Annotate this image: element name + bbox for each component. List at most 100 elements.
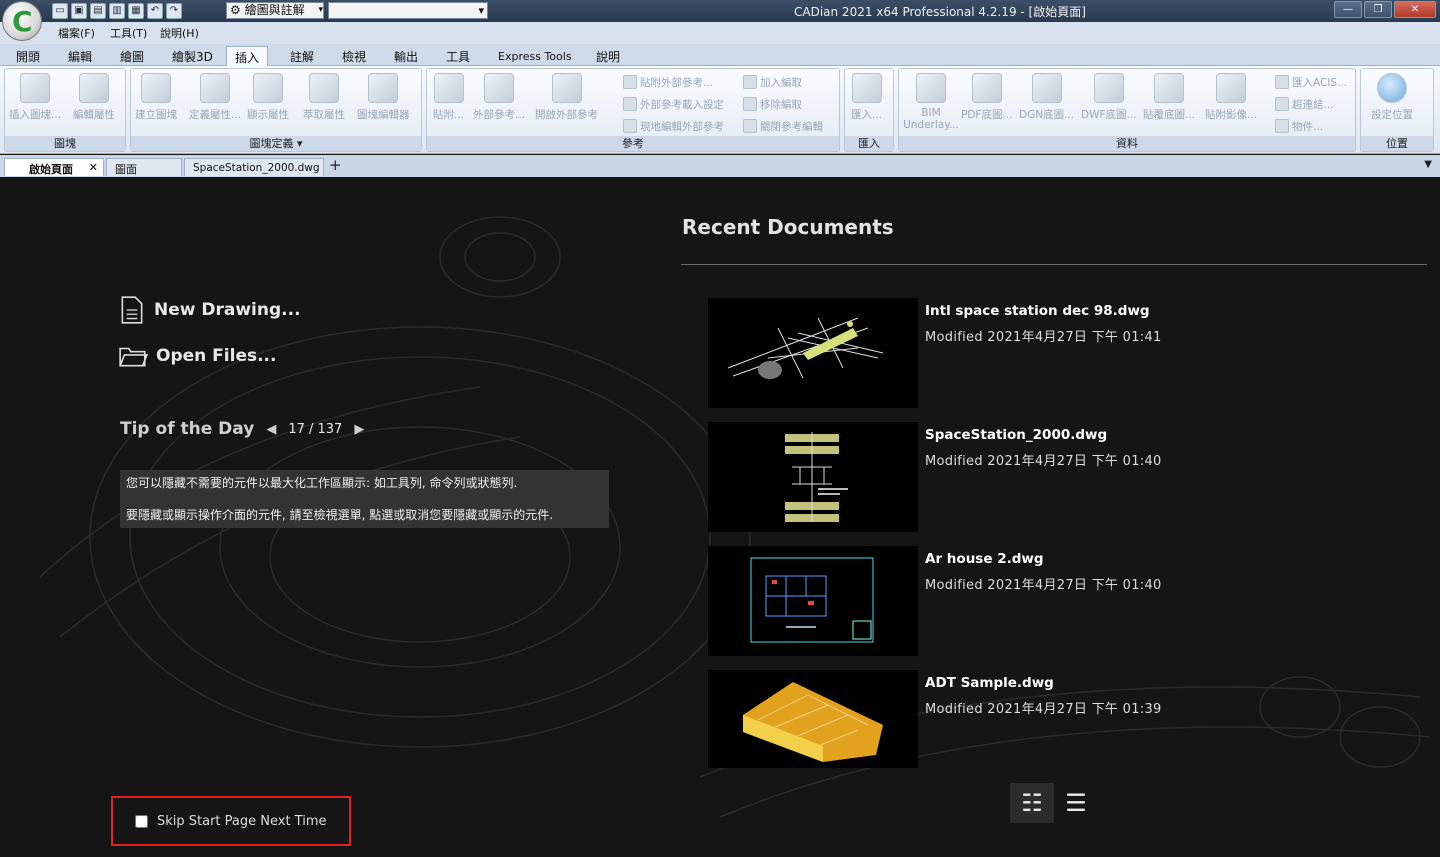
- import-button[interactable]: 匯入...: [851, 73, 882, 122]
- acis-icon: [1275, 75, 1289, 89]
- undo-icon[interactable]: ↶: [147, 3, 163, 19]
- tab-start-page[interactable]: 啟始頁面 ✕: [4, 158, 104, 176]
- dwf-underlay-button[interactable]: DWF底圖...: [1081, 73, 1137, 122]
- thumbnail-view-button[interactable]: ☷: [1010, 783, 1054, 823]
- set-location-button[interactable]: 設定位置: [1371, 73, 1413, 122]
- workspace-label: 繪圖與註解: [244, 3, 305, 17]
- tab-output[interactable]: 輸出: [390, 48, 422, 65]
- doc-thumbnail[interactable]: [708, 546, 918, 656]
- folder-icon: [119, 347, 148, 367]
- define-attribute-button[interactable]: 定義屬性...: [189, 73, 241, 122]
- new-drawing-link[interactable]: New Drawing...: [118, 295, 301, 325]
- edit-xref-inplace-item[interactable]: 現地編輯外部參考: [623, 119, 724, 134]
- open-file-icon[interactable]: ▣: [71, 3, 87, 19]
- open-files-link[interactable]: Open Files...: [118, 343, 276, 369]
- dgn-underlay-button[interactable]: DGN底圖...: [1019, 73, 1074, 122]
- extract-attribute-button[interactable]: 萃取屬性: [303, 73, 345, 122]
- edit-attribute-button[interactable]: 編輯屬性: [73, 73, 115, 122]
- doc-thumbnail[interactable]: [708, 670, 918, 768]
- redo-icon[interactable]: ↷: [166, 3, 182, 19]
- close-button[interactable]: ✕: [1394, 1, 1436, 18]
- tip-heading: Tip of the Day: [120, 419, 255, 439]
- display-attribute-button[interactable]: 顯示屬性: [247, 73, 289, 122]
- skip-start-page-label[interactable]: Skip Start Page Next Time: [157, 814, 327, 829]
- xref-load-item[interactable]: 外部參考載入設定: [623, 97, 724, 112]
- group-label[interactable]: 圖塊定義 ▾: [131, 136, 421, 151]
- globe-link-icon: [1275, 97, 1289, 111]
- close-icon[interactable]: ✕: [89, 161, 98, 174]
- ribbon-tabs: 開頭 編輯 繪圖 繪製3D 插入 註解 檢視 輸出 工具 Express Too…: [0, 44, 1440, 66]
- tab-draw[interactable]: 繪圖: [116, 48, 148, 65]
- attach-image-button[interactable]: 貼附影像...: [1205, 73, 1257, 122]
- object-item[interactable]: 物件...: [1275, 119, 1323, 134]
- group-label: 匯入: [845, 136, 893, 151]
- menu-file[interactable]: 檔案(F): [58, 25, 95, 41]
- next-tip-icon[interactable]: ▶: [354, 422, 364, 437]
- doc-name[interactable]: Ar house 2.dwg: [925, 551, 1044, 567]
- tab-view[interactable]: 檢視: [338, 48, 370, 65]
- close-refedit-item[interactable]: 關閉參考編輯: [743, 119, 823, 134]
- external-reference-button[interactable]: 外部參考...: [473, 73, 525, 122]
- attach-xref-icon: [623, 75, 637, 89]
- insert-block-button[interactable]: 插入圖塊...: [9, 73, 61, 122]
- xref-load-icon: [623, 97, 637, 111]
- window-controls: — ❐ ✕: [1334, 1, 1436, 18]
- doc-name[interactable]: Intl space station dec 98.dwg: [925, 303, 1150, 319]
- edit-xref-icon: [623, 119, 637, 133]
- doc-thumbnail[interactable]: [708, 422, 918, 532]
- doc-name[interactable]: SpaceStation_2000.dwg: [925, 427, 1107, 443]
- tip-content: 您可以隱藏不需要的元件以最大化工作區顯示: 如工具列, 命令列或狀態列. 要隱藏…: [120, 470, 609, 528]
- menu-tools[interactable]: 工具(T): [110, 25, 147, 41]
- tip-line: 您可以隱藏不需要的元件以最大化工作區顯示: 如工具列, 命令列或狀態列.: [126, 476, 518, 490]
- add-tab-button[interactable]: +: [329, 156, 342, 174]
- tab-start[interactable]: 開頭: [12, 48, 44, 65]
- chevron-down-icon: ▾: [318, 5, 323, 15]
- attach-xref-item[interactable]: 貼附外部參考...: [623, 75, 713, 90]
- quick-access-toolbar: ▭ ▣ ▤ ▥ ▦ ↶ ↷: [52, 2, 182, 20]
- open-xref-button[interactable]: 開啟外部參考: [535, 73, 598, 122]
- tab-annotate[interactable]: 註解: [286, 48, 318, 65]
- remove-from-working-set-item[interactable]: 移除編取: [743, 97, 802, 112]
- group-import: 匯入... 匯入: [844, 68, 894, 152]
- skip-start-page-highlight: Skip Start Page Next Time: [111, 796, 351, 846]
- tab-insert[interactable]: 插入: [226, 46, 269, 66]
- bim-underlay-button[interactable]: BIM Underlay...: [903, 73, 959, 131]
- globe-icon: [1377, 73, 1407, 103]
- import-acis-item[interactable]: 匯入ACIS...: [1275, 75, 1347, 90]
- attach-underlay-button[interactable]: 貼覆底圖...: [1143, 73, 1195, 122]
- create-block-button[interactable]: 建立圖塊: [135, 73, 177, 122]
- restore-button[interactable]: ❐: [1364, 1, 1392, 18]
- pdf-underlay-button[interactable]: PDF底圖...: [961, 73, 1012, 122]
- workspace-select[interactable]: ⚙ 繪圖與註解 ▾: [226, 2, 324, 19]
- add-to-working-set-item[interactable]: 加入編取: [743, 75, 802, 90]
- tab-label: 啟始頁面: [29, 163, 73, 176]
- doc-thumbnail[interactable]: [708, 298, 918, 408]
- tab-drawing1[interactable]: 圖面1.dwg*: [106, 158, 182, 190]
- tab-help[interactable]: 說明: [592, 48, 624, 65]
- list-view-button[interactable]: ☰: [1054, 783, 1098, 823]
- tab-draw3d[interactable]: 繪製3D: [168, 48, 217, 65]
- skip-start-page-checkbox[interactable]: [135, 814, 148, 828]
- save-as-icon[interactable]: ▥: [109, 3, 125, 19]
- minimize-button[interactable]: —: [1334, 1, 1362, 18]
- tab-spacestation[interactable]: SpaceStation_2000.dwg: [184, 158, 324, 176]
- chevron-down-icon: ▾: [478, 4, 484, 17]
- tab-edit[interactable]: 編輯: [64, 48, 96, 65]
- tab-express-tools[interactable]: Express Tools: [494, 50, 576, 63]
- attach-button[interactable]: 貼附...: [433, 73, 464, 122]
- tab-tools[interactable]: 工具: [442, 48, 474, 65]
- layer-select[interactable]: ▾: [328, 2, 488, 19]
- tip-line: 要隱藏或顯示操作介面的元件, 請至檢視選單, 點選或取消您要隱藏或顯示的元件.: [126, 507, 554, 522]
- app-logo[interactable]: [2, 1, 42, 41]
- previous-tip-icon[interactable]: ◀: [266, 422, 276, 437]
- doc-name[interactable]: ADT Sample.dwg: [925, 675, 1054, 691]
- menu-help[interactable]: 說明(H): [160, 25, 199, 41]
- new-file-icon[interactable]: ▭: [52, 3, 68, 19]
- hyperlink-item[interactable]: 超連結...: [1275, 97, 1334, 112]
- save-icon[interactable]: ▤: [90, 3, 106, 19]
- block-editor-button[interactable]: 圖塊編輯器: [357, 73, 410, 122]
- tabs-overflow-icon[interactable]: ▼: [1424, 159, 1432, 170]
- open-xref-icon: [551, 73, 582, 103]
- define-attribute-icon: [200, 73, 230, 103]
- print-icon[interactable]: ▦: [128, 3, 144, 19]
